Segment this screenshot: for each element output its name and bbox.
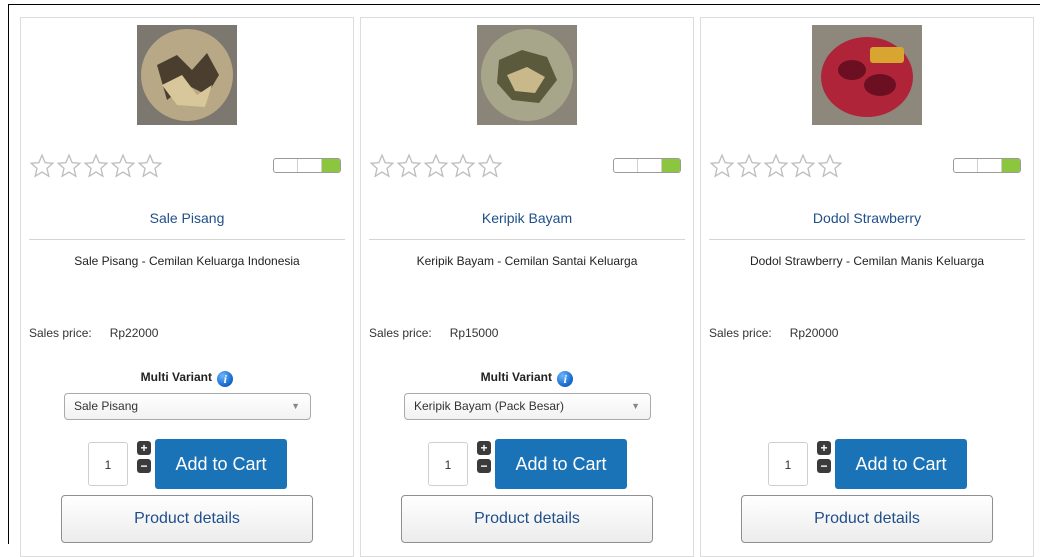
variant-select[interactable]: Sale Pisang ▼ (64, 393, 311, 420)
quantity-input[interactable]: 1 (768, 442, 808, 486)
product-card-sale-pisang: Sale Pisang Sale Pisang - Cemilan Keluar… (20, 17, 354, 557)
variant-label: Multi Variant i (21, 370, 353, 387)
info-icon[interactable]: i (217, 371, 234, 387)
product-name-link[interactable]: Dodol Strawberry (701, 210, 1033, 226)
product-list-frame: Sale Pisang Sale Pisang - Cemilan Keluar… (8, 4, 1040, 557)
toggle-segment (638, 159, 662, 172)
variant-label-text: Multi Variant (480, 370, 552, 384)
add-to-cart-button[interactable]: Add to Cart (835, 439, 967, 489)
star-empty-icon[interactable] (709, 153, 735, 179)
variant-selected-value: Keripik Bayam (Pack Besar) (414, 399, 565, 413)
minus-icon[interactable]: − (817, 459, 831, 473)
star-empty-icon[interactable] (396, 153, 422, 179)
product-details-button[interactable]: Product details (61, 495, 313, 543)
variant-select[interactable]: Keripik Bayam (Pack Besar) ▼ (404, 393, 651, 420)
product-image[interactable] (137, 25, 237, 125)
toggle-segment (614, 159, 638, 172)
star-empty-icon[interactable] (423, 153, 449, 179)
product-image-graphic (477, 25, 577, 125)
sales-price: Sales price: Rp20000 (709, 326, 838, 340)
product-image[interactable] (477, 25, 577, 125)
star-empty-icon[interactable] (110, 153, 136, 179)
product-details-button[interactable]: Product details (401, 495, 653, 543)
add-to-cart-button[interactable]: Add to Cart (495, 439, 627, 489)
rating-stars[interactable] (29, 153, 163, 179)
product-description: Sale Pisang - Cemilan Keluarga Indonesia (74, 254, 300, 268)
rating-stars[interactable] (709, 153, 843, 179)
toggle-segment (274, 159, 298, 172)
availability-toggle[interactable] (273, 158, 341, 173)
product-name-link[interactable]: Sale Pisang (21, 210, 353, 226)
product-card-dodol-strawberry: Dodol Strawberry Dodol Strawberry - Cemi… (700, 17, 1034, 557)
rating-stars[interactable] (369, 153, 503, 179)
quantity-stepper: + − (477, 441, 491, 477)
toggle-segment-on (322, 159, 340, 172)
star-empty-icon[interactable] (56, 153, 82, 179)
quantity-stepper: + − (817, 441, 831, 477)
minus-icon[interactable]: − (137, 459, 151, 473)
divider (29, 239, 345, 240)
product-description: Dodol Strawberry - Cemilan Manis Keluarg… (749, 254, 985, 268)
add-to-cart-button[interactable]: Add to Cart (155, 439, 287, 489)
toggle-segment (954, 159, 978, 172)
quantity-stepper: + − (137, 441, 151, 477)
toggle-segment (298, 159, 322, 172)
dropdown-caret-icon: ▼ (631, 401, 640, 411)
star-empty-icon[interactable] (369, 153, 395, 179)
product-description: Keripik Bayam - Cemilan Santai Keluarga (416, 254, 638, 268)
quantity-input[interactable]: 1 (428, 442, 468, 486)
product-details-button[interactable]: Product details (741, 495, 993, 543)
product-image-graphic (812, 25, 922, 125)
sales-price: Sales price: Rp22000 (29, 326, 158, 340)
price-label: Sales price: (369, 326, 432, 340)
plus-icon[interactable]: + (137, 441, 151, 455)
product-image[interactable] (812, 25, 922, 125)
divider (369, 239, 685, 240)
star-empty-icon[interactable] (450, 153, 476, 179)
price-value: Rp15000 (449, 326, 499, 340)
price-label: Sales price: (709, 326, 772, 340)
star-empty-icon[interactable] (29, 153, 55, 179)
variant-label-text: Multi Variant (140, 370, 212, 384)
plus-icon[interactable]: + (477, 441, 491, 455)
toggle-segment-on (1002, 159, 1020, 172)
toggle-segment (978, 159, 1002, 172)
divider (709, 239, 1025, 240)
quantity-input[interactable]: 1 (88, 442, 128, 486)
star-empty-icon[interactable] (736, 153, 762, 179)
availability-toggle[interactable] (613, 158, 681, 173)
star-empty-icon[interactable] (763, 153, 789, 179)
variant-selected-value: Sale Pisang (74, 399, 139, 413)
variant-label: Multi Variant i (361, 370, 693, 387)
star-empty-icon[interactable] (477, 153, 503, 179)
product-name-link[interactable]: Keripik Bayam (361, 210, 693, 226)
price-label: Sales price: (29, 326, 92, 340)
price-value: Rp20000 (789, 326, 839, 340)
dropdown-caret-icon: ▼ (291, 401, 300, 411)
plus-icon[interactable]: + (817, 441, 831, 455)
product-card-keripik-bayam: Keripik Bayam Keripik Bayam - Cemilan Sa… (360, 17, 694, 557)
info-icon[interactable]: i (557, 371, 574, 387)
star-empty-icon[interactable] (137, 153, 163, 179)
star-empty-icon[interactable] (790, 153, 816, 179)
sales-price: Sales price: Rp15000 (369, 326, 498, 340)
product-image-graphic (137, 25, 237, 125)
minus-icon[interactable]: − (477, 459, 491, 473)
price-value: Rp22000 (109, 326, 159, 340)
star-empty-icon[interactable] (817, 153, 843, 179)
availability-toggle[interactable] (953, 158, 1021, 173)
toggle-segment-on (662, 159, 680, 172)
star-empty-icon[interactable] (83, 153, 109, 179)
